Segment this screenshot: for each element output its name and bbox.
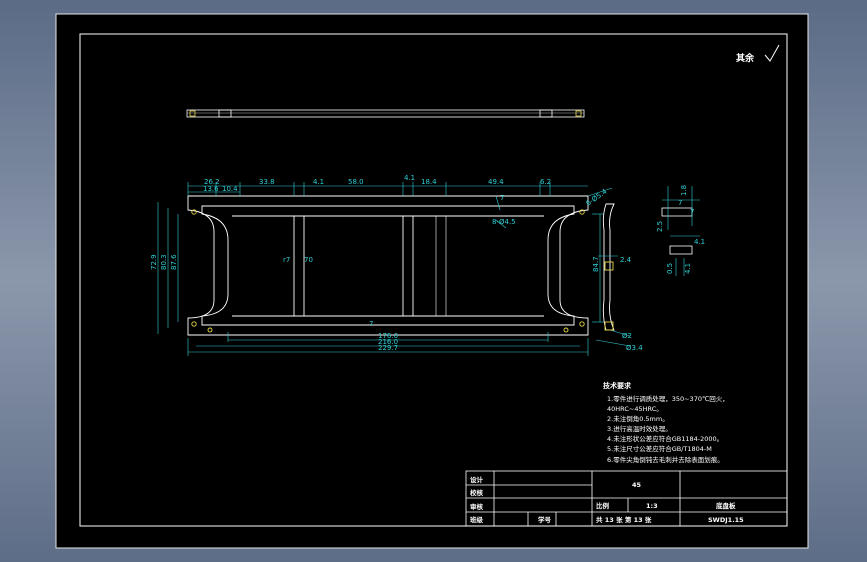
svg-text:1.8: 1.8 bbox=[680, 185, 688, 196]
svg-text:4.未注形状公差应符合GB1184-2000。: 4.未注形状公差应符合GB1184-2000。 bbox=[607, 434, 723, 443]
svg-text:2.4: 2.4 bbox=[620, 256, 632, 264]
svg-text:87.6: 87.6 bbox=[170, 254, 178, 270]
svg-text:6.2: 6.2 bbox=[540, 178, 551, 186]
svg-text:比例: 比例 bbox=[596, 501, 610, 510]
svg-text:4.1: 4.1 bbox=[694, 238, 705, 246]
svg-text:10.4: 10.4 bbox=[222, 185, 238, 193]
svg-text:3.进行高温时效处理。: 3.进行高温时效处理。 bbox=[607, 424, 672, 433]
svg-text:Ø3.4: Ø3.4 bbox=[626, 344, 643, 352]
svg-text:8-Ø4.5: 8-Ø4.5 bbox=[492, 218, 516, 226]
svg-text:2.5: 2.5 bbox=[656, 221, 664, 232]
cad-drawing: 其余 26.2 13.6 10.4 33.8 4.1 58.0 4.1 18.4… bbox=[55, 13, 809, 549]
svg-text:70: 70 bbox=[304, 256, 313, 264]
svg-text:58.0: 58.0 bbox=[348, 178, 364, 186]
svg-text:Ø2: Ø2 bbox=[622, 332, 632, 340]
svg-text:33.8: 33.8 bbox=[259, 178, 275, 186]
svg-text:2.未注倒角0.5mm。: 2.未注倒角0.5mm。 bbox=[607, 414, 669, 423]
svg-text:4.1: 4.1 bbox=[684, 263, 692, 274]
svg-text:0.5: 0.5 bbox=[666, 263, 674, 274]
svg-text:设计: 设计 bbox=[470, 475, 484, 484]
svg-text:7: 7 bbox=[678, 199, 682, 207]
svg-text:229.7: 229.7 bbox=[378, 344, 398, 352]
svg-text:底盘板: 底盘板 bbox=[716, 501, 736, 510]
svg-text:审核: 审核 bbox=[470, 502, 484, 511]
svg-text:班级: 班级 bbox=[470, 515, 484, 524]
svg-text:45: 45 bbox=[632, 481, 642, 489]
svg-text:6.零件尖角倒钝去毛刺并去除表面划痕。: 6.零件尖角倒钝去毛刺并去除表面划痕。 bbox=[607, 455, 724, 464]
svg-text:SWDJ1.15: SWDJ1.15 bbox=[708, 516, 744, 524]
svg-text:7: 7 bbox=[690, 208, 694, 216]
svg-text:84.7: 84.7 bbox=[592, 256, 600, 272]
svg-text:技术要求: 技术要求 bbox=[603, 381, 632, 390]
svg-text:r7: r7 bbox=[283, 256, 290, 264]
svg-text:学号: 学号 bbox=[538, 515, 552, 524]
svg-text:4.1: 4.1 bbox=[404, 174, 415, 182]
svg-text:1.零件进行调质处理，350~370℃回火，: 1.零件进行调质处理，350~370℃回火， bbox=[607, 394, 729, 403]
svg-text:13.6: 13.6 bbox=[203, 185, 219, 193]
roughness-note: 其余 bbox=[736, 52, 755, 64]
svg-text:共 13 张 第 13 张: 共 13 张 第 13 张 bbox=[596, 515, 652, 524]
svg-text:18.4: 18.4 bbox=[421, 178, 437, 186]
svg-text:49.4: 49.4 bbox=[488, 178, 504, 186]
svg-text:72.9: 72.9 bbox=[150, 254, 158, 270]
svg-text:4.1: 4.1 bbox=[313, 178, 324, 186]
svg-text:1:3: 1:3 bbox=[646, 502, 658, 510]
svg-text:7: 7 bbox=[369, 320, 373, 328]
svg-text:40HRC~45HRC。: 40HRC~45HRC。 bbox=[607, 405, 663, 413]
svg-text:5.未注尺寸公差应符合GB/T1804-M: 5.未注尺寸公差应符合GB/T1804-M bbox=[607, 444, 712, 453]
svg-text:7: 7 bbox=[500, 194, 504, 202]
svg-text:校核: 校核 bbox=[470, 488, 484, 497]
svg-text:80.3: 80.3 bbox=[160, 254, 168, 270]
drawing-sheet bbox=[55, 13, 809, 549]
